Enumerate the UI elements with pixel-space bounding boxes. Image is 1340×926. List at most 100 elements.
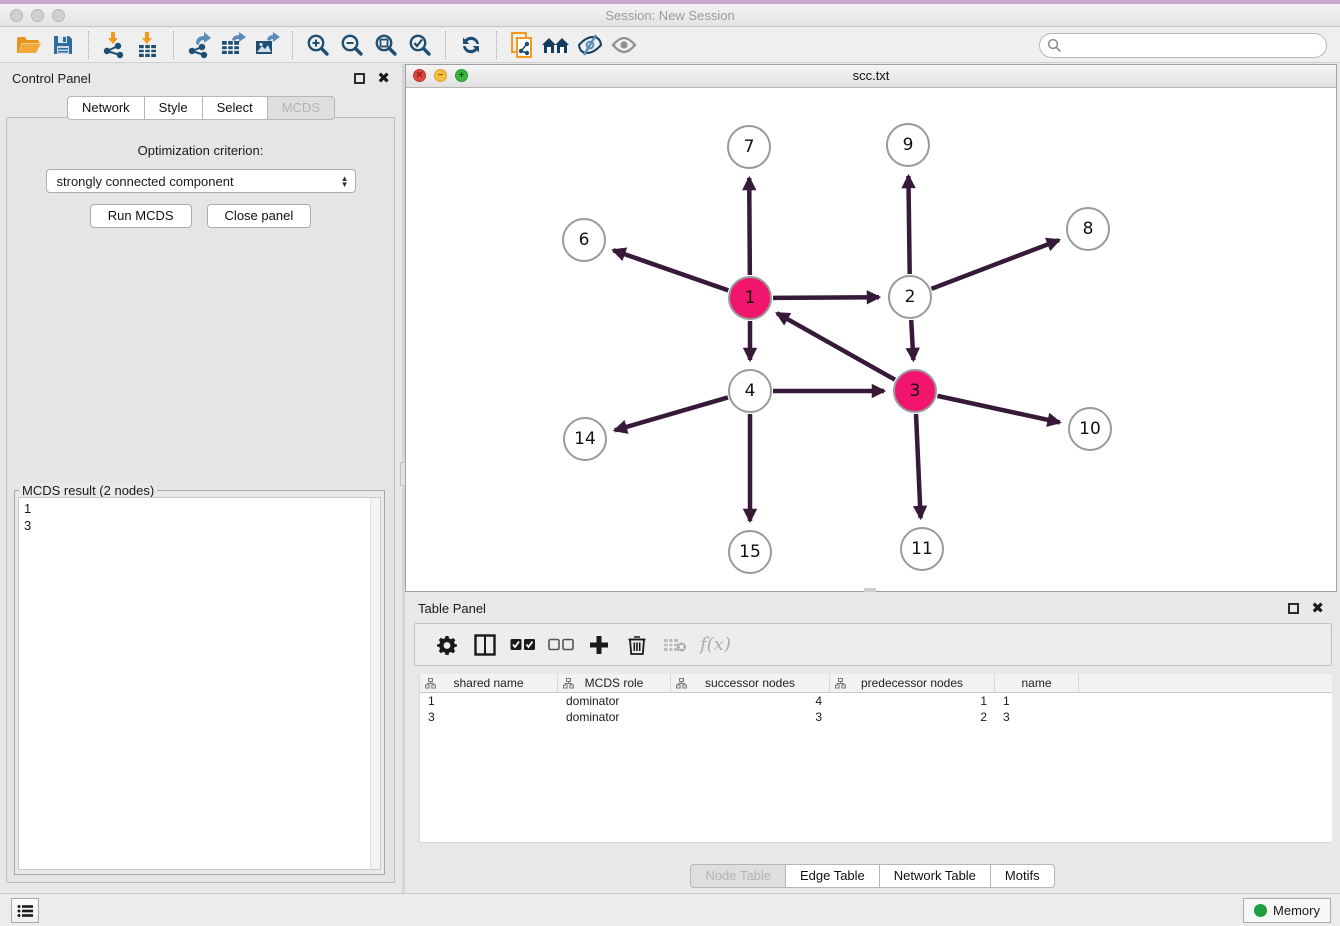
mcds-result-group: MCDS result (2 nodes) 1 3	[14, 490, 385, 875]
edge-4-14[interactable]	[615, 397, 728, 430]
horizontal-splitter[interactable]	[864, 588, 876, 592]
export-network-icon[interactable]	[182, 30, 216, 60]
float-table-panel-icon[interactable]	[1288, 603, 1299, 614]
graph-node-15[interactable]: 15	[728, 530, 772, 574]
hide-selected-icon[interactable]	[573, 30, 607, 60]
node-table[interactable]: shared nameMCDS rolesuccessor nodesprede…	[414, 674, 1332, 843]
close-panel-icon[interactable]: ✖	[377, 73, 390, 84]
edge-1-6[interactable]	[613, 250, 728, 290]
column-header-shared-name[interactable]: shared name	[420, 674, 558, 692]
edge-3-10[interactable]	[937, 396, 1059, 423]
function-builder-icon: f(x)	[700, 634, 731, 655]
column-header-successor-nodes[interactable]: successor nodes	[671, 674, 830, 692]
memory-button[interactable]: Memory	[1243, 898, 1331, 923]
zoom-selected-icon[interactable]	[403, 30, 437, 60]
float-panel-icon[interactable]	[354, 73, 365, 84]
column-header-name[interactable]: name	[995, 674, 1079, 692]
clone-network-icon[interactable]	[505, 30, 539, 60]
edge-3-1[interactable]	[777, 313, 895, 379]
deselect-all-columns-icon[interactable]	[542, 630, 580, 660]
edge-2-3[interactable]	[911, 320, 913, 360]
zoom-in-icon[interactable]	[301, 30, 335, 60]
close-table-panel-icon[interactable]: ✖	[1311, 603, 1324, 614]
graph-node-6[interactable]: 6	[562, 218, 606, 262]
search-field[interactable]	[1039, 33, 1327, 58]
edge-2-9[interactable]	[908, 176, 909, 274]
edge-1-7[interactable]	[749, 178, 750, 275]
graph-node-2[interactable]: 2	[888, 275, 932, 319]
graph-node-3[interactable]: 3	[893, 369, 937, 413]
graph-node-4[interactable]: 4	[728, 369, 772, 413]
result-scrollbar[interactable]	[370, 498, 380, 869]
show-all-icon[interactable]	[607, 30, 641, 60]
refresh-icon[interactable]	[454, 30, 488, 60]
export-image-icon[interactable]	[250, 30, 284, 60]
delete-column-icon[interactable]	[618, 630, 656, 660]
memory-label: Memory	[1273, 903, 1320, 918]
add-column-icon[interactable]	[580, 630, 618, 660]
cell-MCDS-role[interactable]: dominator	[558, 693, 671, 709]
cell-predecessor-nodes[interactable]: 1	[830, 693, 995, 709]
tab-style[interactable]: Style	[144, 96, 203, 120]
zoom-out-icon[interactable]	[335, 30, 369, 60]
graph-node-11[interactable]: 11	[900, 527, 944, 571]
table-row[interactable]: 1dominator411	[420, 693, 1332, 709]
network-window: ✕ − + scc.txt 1 2 3 4 6 7 8 9 10 11 14 15	[405, 64, 1337, 592]
search-icon	[1047, 38, 1062, 53]
tab-edge-table[interactable]: Edge Table	[785, 864, 880, 888]
tab-network[interactable]: Network	[67, 96, 145, 120]
tab-select[interactable]: Select	[202, 96, 268, 120]
mcds-result-title: MCDS result (2 nodes)	[19, 483, 157, 498]
cell-shared-name[interactable]: 1	[420, 693, 558, 709]
import-table-icon[interactable]	[131, 30, 165, 60]
graph-node-10[interactable]: 10	[1068, 407, 1112, 451]
graph-node-9[interactable]: 9	[886, 123, 930, 167]
toolbar-separator	[292, 31, 293, 59]
graph-node-7[interactable]: 7	[727, 125, 771, 169]
graph-node-8[interactable]: 8	[1066, 207, 1110, 251]
edge-2-8[interactable]	[931, 240, 1059, 289]
cell-MCDS-role[interactable]: dominator	[558, 709, 671, 725]
run-mcds-button[interactable]: Run MCDS	[90, 204, 192, 228]
cell-name[interactable]: 3	[995, 709, 1079, 725]
tab-motifs[interactable]: Motifs	[990, 864, 1055, 888]
list-icon	[17, 904, 33, 918]
open-session-icon[interactable]	[12, 30, 46, 60]
combo-stepper-icon: ▲▼	[341, 176, 349, 187]
tab-network-table[interactable]: Network Table	[879, 864, 991, 888]
graph-node-1[interactable]: 1	[728, 276, 772, 320]
optimization-criterion-select[interactable]: strongly connected component ▲▼	[46, 169, 356, 193]
table-row[interactable]: 3dominator323	[420, 709, 1332, 725]
first-neighbors-icon[interactable]	[539, 30, 573, 60]
export-table-icon[interactable]	[216, 30, 250, 60]
import-network-icon[interactable]	[97, 30, 131, 60]
cell-shared-name[interactable]: 3	[420, 709, 558, 725]
gear-icon[interactable]	[428, 630, 466, 660]
network-title: scc.txt	[406, 68, 1336, 83]
app-title: Session: New Session	[0, 8, 1340, 23]
toolbar-separator	[88, 31, 89, 59]
mcds-result-text[interactable]: 1 3	[18, 497, 381, 870]
cell-predecessor-nodes[interactable]: 2	[830, 709, 995, 725]
zoom-fit-icon[interactable]	[369, 30, 403, 60]
graph-node-14[interactable]: 14	[563, 417, 607, 461]
table-toolbar: f(x)	[414, 623, 1332, 666]
cell-successor-nodes[interactable]: 3	[671, 709, 830, 725]
edge-1-2[interactable]	[773, 297, 879, 298]
column-layout-icon[interactable]	[466, 630, 504, 660]
network-canvas[interactable]: 1 2 3 4 6 7 8 9 10 11 14 15	[406, 89, 1336, 591]
cell-successor-nodes[interactable]: 4	[671, 693, 830, 709]
network-titlebar[interactable]: ✕ − + scc.txt	[406, 65, 1336, 88]
tab-node-table[interactable]: Node Table	[690, 864, 786, 888]
cell-name[interactable]: 1	[995, 693, 1079, 709]
tab-mcds[interactable]: MCDS	[267, 96, 335, 120]
column-header-MCDS-role[interactable]: MCDS role	[558, 674, 671, 692]
column-header-predecessor-nodes[interactable]: predecessor nodes	[830, 674, 995, 692]
edge-3-11[interactable]	[916, 414, 921, 518]
search-input[interactable]	[1066, 35, 1326, 55]
close-panel-button[interactable]: Close panel	[207, 204, 312, 228]
select-all-columns-icon[interactable]	[504, 630, 542, 660]
save-session-icon[interactable]	[46, 30, 80, 60]
console-button[interactable]	[11, 898, 39, 923]
table-row-gutter	[414, 674, 420, 843]
